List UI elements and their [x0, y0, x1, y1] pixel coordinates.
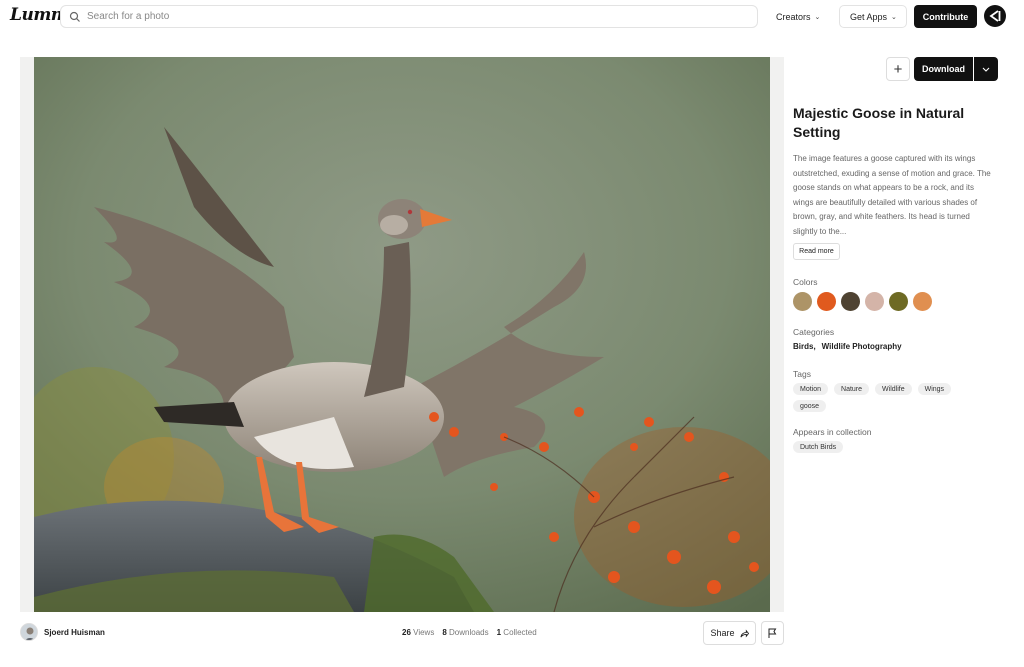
tags-list: Motion Nature Wildlife Wings goose [793, 383, 973, 412]
search-icon [69, 11, 80, 22]
user-avatar[interactable] [984, 5, 1006, 27]
share-button[interactable]: Share [703, 621, 756, 645]
plus-icon: + [893, 60, 903, 78]
creators-label: Creators [776, 11, 811, 22]
photo-stats: 26 Views 8 Downloads 1 Collected [402, 628, 537, 637]
downloads-count: 8 [442, 628, 447, 637]
collected-label: Collected [503, 628, 537, 637]
chevron-down-icon: ⌄ [891, 13, 897, 21]
color-swatch[interactable] [913, 292, 932, 311]
views-label: Views [413, 628, 435, 637]
categories-label: Categories [793, 327, 835, 337]
author-info[interactable]: Sjoerd Huisman [20, 623, 105, 641]
user-avatar-icon [989, 10, 1001, 22]
views-count: 26 [402, 628, 411, 637]
author-avatar [20, 623, 38, 641]
color-swatch[interactable] [841, 292, 860, 311]
downloads-label: Downloads [449, 628, 489, 637]
category-link[interactable]: Wildlife Photography [822, 342, 902, 351]
tag-chip[interactable]: Nature [834, 383, 870, 395]
colors-label: Colors [793, 277, 818, 287]
contribute-button[interactable]: Contribute [914, 5, 977, 28]
downloads-stat: 8 Downloads [442, 628, 488, 637]
report-button[interactable] [761, 621, 784, 645]
search-bar[interactable]: Search for a photo [60, 5, 758, 28]
tag-chip[interactable]: Wings [917, 383, 952, 395]
flag-icon [768, 628, 777, 638]
category-link[interactable]: Birds, [793, 342, 816, 351]
chevron-down-icon: ⌄ [814, 13, 821, 21]
creators-menu[interactable]: Creators ⌄ [776, 5, 820, 28]
categories-list: Birds, Wildlife Photography [793, 342, 902, 351]
share-label: Share [710, 628, 735, 638]
color-swatch[interactable] [817, 292, 836, 311]
collection-list: Dutch Birds [793, 441, 844, 453]
share-arrow-icon [739, 629, 749, 637]
add-to-collection-button[interactable]: + [886, 57, 910, 81]
tag-chip[interactable]: Motion [793, 383, 829, 395]
collected-stat: 1 Collected [497, 628, 537, 637]
color-swatches [793, 292, 932, 311]
photo-container [20, 57, 784, 612]
download-options-button[interactable] [974, 57, 998, 81]
photo-title: Majestic Goose in Natural Setting [793, 105, 965, 140]
read-more-button[interactable]: Read more [793, 243, 840, 260]
collected-count: 1 [496, 628, 502, 637]
color-swatch[interactable] [793, 292, 812, 311]
goose-photo-image [34, 57, 770, 612]
tags-label: Tags [793, 369, 811, 379]
photo-description: The image features a goose captured with… [793, 154, 991, 236]
collection-label: Appears in collection [793, 427, 872, 437]
top-navbar: Lummi Search for a photo Creators ⌄ Get … [0, 0, 1024, 34]
collection-chip[interactable]: Dutch Birds [793, 441, 844, 453]
color-swatch[interactable] [889, 292, 908, 311]
tag-chip[interactable]: goose [793, 400, 827, 412]
tag-chip[interactable]: Wildlife [875, 383, 912, 395]
download-button[interactable]: Download [914, 57, 973, 81]
get-apps-button[interactable]: Get Apps ⌄ [839, 5, 907, 28]
color-swatch[interactable] [865, 292, 884, 311]
lummi-logo[interactable]: Lummi [10, 5, 75, 27]
views-stat: 26 Views [402, 628, 434, 637]
chevron-down-icon [982, 67, 990, 72]
get-apps-label: Get Apps [850, 11, 888, 22]
main-photo[interactable] [34, 57, 770, 612]
search-input[interactable]: Search for a photo [87, 11, 169, 22]
author-name: Sjoerd Huisman [44, 627, 105, 637]
avatar-image [21, 624, 37, 640]
